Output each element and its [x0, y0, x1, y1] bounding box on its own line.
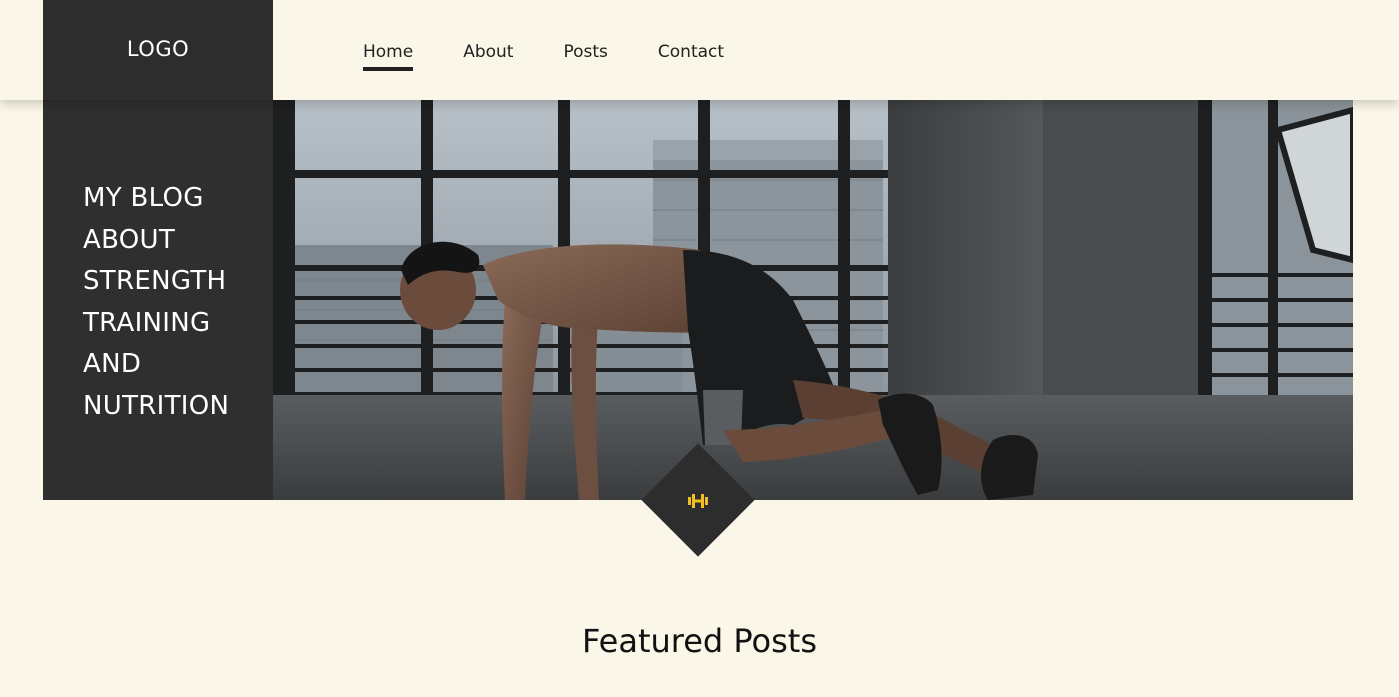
- nav-home[interactable]: Home: [363, 42, 414, 71]
- hero-title-line: TRAINING: [83, 307, 211, 338]
- hero-title-panel: MY BLOG ABOUT STRENGTH TRAINING AND NUTR…: [43, 100, 273, 500]
- hero-title-line: AND: [83, 349, 142, 379]
- hero-title: MY BLOG ABOUT STRENGTH TRAINING AND NUTR…: [83, 178, 263, 427]
- page: LOGO Home About Posts Contact MY BLOG AB…: [0, 0, 1399, 697]
- featured-posts-heading: Featured Posts: [581, 622, 818, 660]
- nav-posts[interactable]: Posts: [563, 42, 607, 71]
- main-nav: Home About Posts Contact: [363, 42, 724, 71]
- hero-title-line: STRENGTH: [83, 266, 227, 296]
- hero: MY BLOG ABOUT STRENGTH TRAINING AND NUTR…: [43, 100, 1353, 500]
- dumbbell-icon: [688, 494, 708, 508]
- site-header: LOGO Home About Posts Contact: [0, 0, 1399, 100]
- hero-image: [273, 100, 1353, 500]
- logo[interactable]: LOGO: [43, 0, 273, 100]
- hero-title-line: ABOUT: [83, 224, 176, 255]
- hero-title-line: NUTRITION: [83, 390, 230, 421]
- nav-about[interactable]: About: [463, 42, 513, 71]
- logo-text: LOGO: [126, 37, 190, 61]
- hero-title-line: MY BLOG: [83, 183, 204, 213]
- nav-contact[interactable]: Contact: [658, 42, 724, 71]
